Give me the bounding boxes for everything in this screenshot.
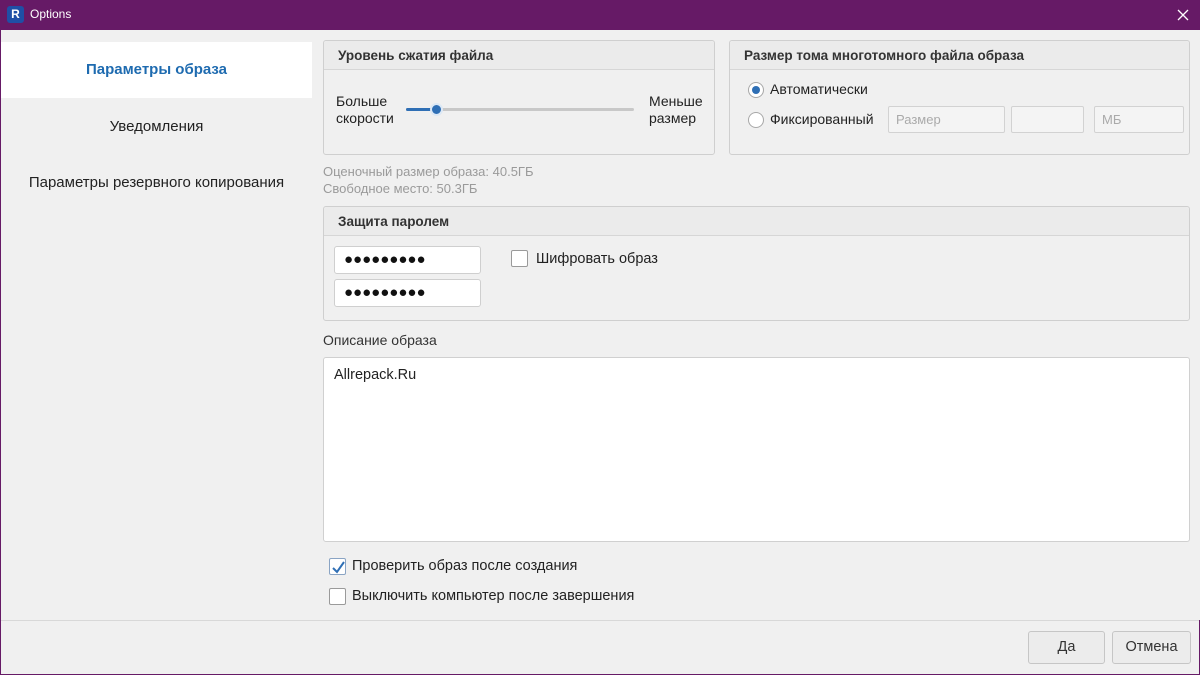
slider-right-label-line2: размер bbox=[649, 110, 697, 126]
radio-fixed-label: Фиксированный bbox=[770, 111, 874, 127]
slider-left-label: Больше скорости bbox=[336, 93, 394, 127]
compression-group: Уровень сжатия файла Больше скорости Мен… bbox=[323, 40, 715, 155]
password-group: Защита паролем ●●●●●●●●● ●●●●●●●●● Шифро… bbox=[323, 206, 1190, 321]
checkmark-icon bbox=[332, 561, 345, 574]
password-field[interactable]: ●●●●●●●●● bbox=[334, 246, 481, 274]
radio-auto-label: Автоматически bbox=[770, 81, 868, 97]
slider-thumb[interactable] bbox=[429, 103, 443, 116]
slider-right-label: Меньше размер bbox=[649, 93, 703, 127]
compression-group-title: Уровень сжатия файла bbox=[324, 41, 714, 70]
radio-fixed-button[interactable] bbox=[748, 112, 764, 128]
shutdown-checkbox[interactable] bbox=[329, 588, 346, 605]
ok-button[interactable]: Да bbox=[1028, 631, 1105, 664]
volume-size-group-title: Размер тома многотомного файла образа bbox=[730, 41, 1189, 70]
encrypt-checkbox[interactable] bbox=[511, 250, 528, 267]
volume-size-input[interactable]: Размер bbox=[888, 106, 1005, 133]
estimated-size-text: Оценочный размер образа: 40.5ГБ bbox=[323, 164, 534, 179]
main-panel: Уровень сжатия файла Больше скорости Мен… bbox=[312, 30, 1200, 620]
sidebar-item-notifications[interactable]: Уведомления bbox=[1, 99, 312, 155]
footer: Да Отмена bbox=[1, 620, 1199, 674]
radio-auto-button[interactable] bbox=[748, 82, 764, 98]
sidebar-item-backup-settings[interactable]: Параметры резервного копирования bbox=[1, 155, 312, 211]
description-label: Описание образа bbox=[323, 332, 437, 348]
volume-unit-select[interactable]: МБ bbox=[1094, 106, 1184, 133]
volume-size-group: Размер тома многотомного файла образа Ав… bbox=[729, 40, 1190, 155]
cancel-button[interactable]: Отмена bbox=[1112, 631, 1191, 664]
free-space-text: Свободное место: 50.3ГБ bbox=[323, 181, 478, 196]
close-button[interactable] bbox=[1166, 0, 1200, 30]
window-title: Options bbox=[30, 7, 72, 21]
app-logo-icon: R bbox=[7, 6, 24, 23]
password-group-title: Защита паролем bbox=[324, 207, 1189, 236]
slider-right-label-line1: Меньше bbox=[649, 93, 703, 109]
description-textarea[interactable]: Allrepack.Ru bbox=[323, 357, 1190, 542]
sidebar-item-image-settings[interactable]: Параметры образа bbox=[1, 42, 312, 98]
shutdown-label: Выключить компьютер после завершения bbox=[352, 588, 635, 604]
sidebar: Параметры образа Уведомления Параметры р… bbox=[1, 30, 312, 620]
volume-value-input[interactable] bbox=[1011, 106, 1084, 133]
close-icon bbox=[1177, 9, 1189, 21]
title-bar: R Options bbox=[0, 0, 1200, 30]
encrypt-label: Шифровать образ bbox=[536, 251, 658, 267]
compression-slider[interactable] bbox=[406, 103, 634, 116]
confirm-password-field[interactable]: ●●●●●●●●● bbox=[334, 279, 481, 307]
verify-checkbox[interactable] bbox=[329, 558, 346, 575]
options-window: Параметры образа Уведомления Параметры р… bbox=[0, 30, 1200, 675]
verify-label: Проверить образ после создания bbox=[352, 558, 578, 574]
slider-left-label-line2: скорости bbox=[336, 110, 394, 126]
slider-left-label-line1: Больше bbox=[336, 93, 388, 109]
